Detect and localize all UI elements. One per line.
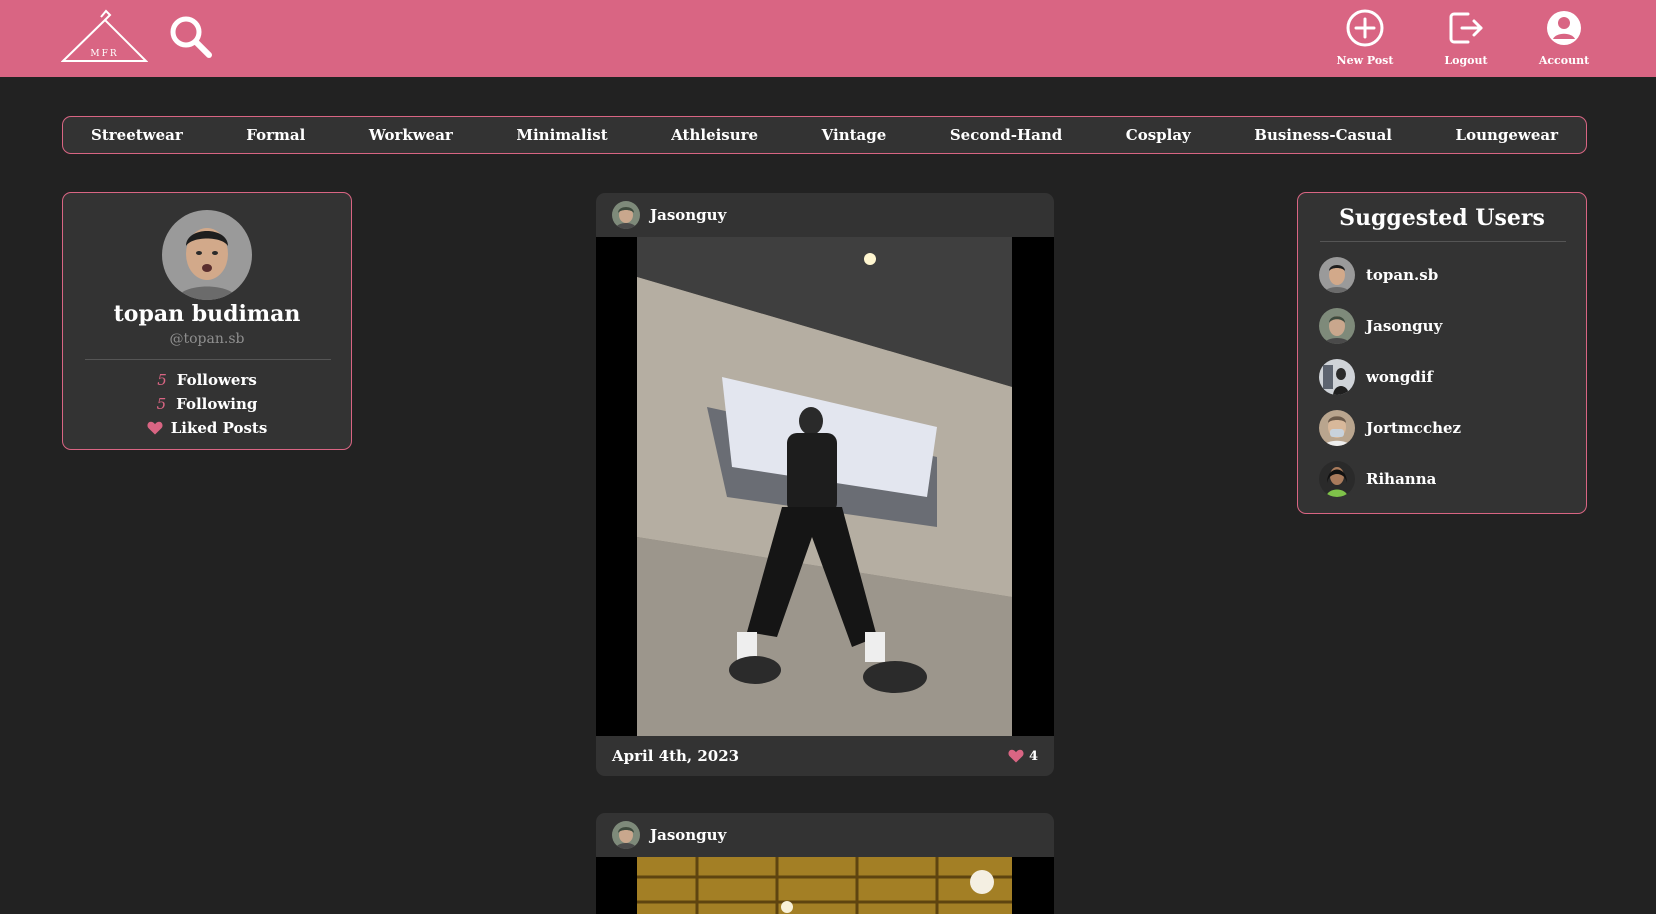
suggested-users-title: Suggested Users [1339, 205, 1545, 231]
suggested-divider [1320, 241, 1566, 242]
category-workwear[interactable]: Workwear [369, 126, 453, 144]
search-button[interactable] [168, 14, 214, 60]
heart-icon [1008, 749, 1024, 763]
person-photo-icon [1319, 359, 1355, 395]
suggested-user-name: topan.sb [1366, 266, 1439, 284]
following-link[interactable]: 5 Following [63, 395, 351, 413]
post-date: April 4th, 2023 [612, 747, 740, 765]
profile-avatar[interactable] [162, 210, 252, 300]
category-athleisure[interactable]: Athleisure [671, 126, 758, 144]
person-photo-icon [162, 210, 252, 300]
liked-posts-label: Liked Posts [170, 419, 268, 437]
post-image[interactable] [596, 237, 1054, 736]
plus-circle-icon [1346, 9, 1384, 47]
post-author-avatar[interactable] [612, 201, 640, 229]
suggested-user-avatar [1319, 410, 1355, 446]
category-loungewear[interactable]: Loungewear [1456, 126, 1558, 144]
post-header: Jasonguy [596, 193, 1054, 237]
following-label: Following [176, 395, 258, 413]
logo-text: MFR [90, 49, 119, 59]
category-streetwear[interactable]: Streetwear [91, 126, 183, 144]
person-photo-icon [1319, 308, 1355, 344]
suggested-user-avatar [1319, 308, 1355, 344]
like-count: 4 [1028, 748, 1038, 764]
category-vintage[interactable]: Vintage [822, 126, 887, 144]
followers-label: Followers [176, 371, 257, 389]
post-author-name[interactable]: Jasonguy [650, 206, 726, 224]
suggested-user-name: wongdif [1366, 368, 1433, 386]
post-image[interactable] [596, 857, 1054, 914]
post-photo-icon [637, 237, 1012, 736]
person-photo-icon [612, 821, 640, 849]
new-post-button[interactable]: New Post [1325, 8, 1405, 70]
followers-count: 5 [157, 371, 167, 389]
liked-posts-link[interactable]: Liked Posts [63, 419, 351, 437]
person-photo-icon [1319, 410, 1355, 446]
category-cosplay[interactable]: Cosplay [1126, 126, 1191, 144]
post-author-name[interactable]: Jasonguy [650, 826, 726, 844]
post-header: Jasonguy [596, 813, 1054, 857]
logout-icon [1449, 12, 1483, 44]
post-card: Jasonguy [596, 813, 1054, 914]
category-business-casual[interactable]: Business-Casual [1254, 126, 1392, 144]
following-count: 5 [156, 395, 167, 413]
logo[interactable]: MFR [60, 9, 149, 66]
post-footer: April 4th, 2023 4 [596, 736, 1054, 776]
profile-handle: @topan.sb [169, 331, 245, 347]
profile-divider [85, 359, 331, 360]
suggested-user[interactable]: topan.sb [1319, 257, 1438, 293]
person-photo-icon [1319, 461, 1355, 497]
account-button[interactable]: Account [1524, 8, 1604, 70]
suggested-user-name: Jasonguy [1366, 317, 1443, 335]
account-icon [1547, 11, 1581, 45]
post-photo-icon [637, 857, 1012, 914]
person-photo-icon [612, 201, 640, 229]
suggested-users-card: Suggested Users topan.sb Jasonguy wongdi… [1297, 192, 1587, 514]
post-author-avatar[interactable] [612, 821, 640, 849]
logout-label: Logout [1444, 54, 1488, 67]
category-minimalist[interactable]: Minimalist [516, 126, 607, 144]
profile-card: topan budiman @topan.sb 5 Followers 5 Fo… [62, 192, 352, 450]
followers-link[interactable]: 5 Followers [63, 371, 351, 389]
suggested-user-avatar [1319, 257, 1355, 293]
post-card: Jasonguy April 4th, 2023 4 [596, 193, 1054, 776]
search-icon [170, 16, 212, 58]
like-button[interactable]: 4 [1008, 749, 1038, 764]
top-header: MFR New Post Logout Account [0, 0, 1656, 77]
suggested-user[interactable]: Jasonguy [1319, 308, 1442, 344]
suggested-user-name: Jortmcchez [1366, 419, 1462, 437]
logout-button[interactable]: Logout [1426, 8, 1506, 70]
suggested-user[interactable]: Rihanna [1319, 461, 1436, 497]
profile-name: topan budiman [113, 301, 301, 327]
suggested-user[interactable]: Jortmcchez [1319, 410, 1461, 446]
account-label: Account [1538, 54, 1590, 67]
person-photo-icon [1319, 257, 1355, 293]
suggested-user-avatar [1319, 461, 1355, 497]
category-second-hand[interactable]: Second-Hand [950, 126, 1062, 144]
category-nav: Streetwear Formal Workwear Minimalist At… [62, 116, 1587, 154]
suggested-user[interactable]: wongdif [1319, 359, 1433, 395]
suggested-user-name: Rihanna [1366, 470, 1437, 488]
new-post-label: New Post [1336, 54, 1394, 67]
heart-icon [147, 421, 163, 435]
category-formal[interactable]: Formal [246, 126, 305, 144]
suggested-user-avatar [1319, 359, 1355, 395]
